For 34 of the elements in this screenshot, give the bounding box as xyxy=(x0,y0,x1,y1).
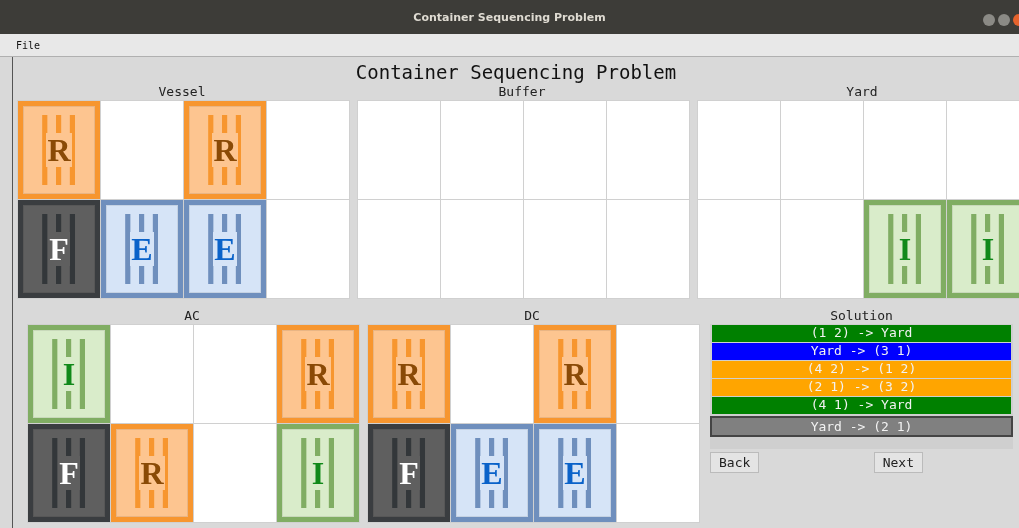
container-label: R xyxy=(212,133,238,167)
area-label: Buffer xyxy=(497,84,547,100)
container-label: R xyxy=(396,357,422,391)
solution-step[interactable]: Yard -> (2 1) xyxy=(710,416,1013,437)
solution-step[interactable]: (1 2) -> Yard xyxy=(712,325,1011,342)
container-label: E xyxy=(480,456,504,490)
page-heading: Container Sequencing Problem xyxy=(354,61,678,83)
back-button[interactable]: Back xyxy=(710,452,760,473)
container-label: I xyxy=(980,232,996,266)
container-label: R xyxy=(305,357,331,391)
solution-step[interactable]: Yard -> (3 1) xyxy=(712,343,1011,360)
next-button[interactable]: Next xyxy=(873,452,923,473)
area-label: Yard xyxy=(845,84,879,100)
container-label: R xyxy=(46,133,72,167)
window-title: Container Sequencing Problem xyxy=(413,10,606,24)
container-label: F xyxy=(398,456,420,490)
minimize-button[interactable] xyxy=(983,14,995,26)
menu-item[interactable]: File xyxy=(16,39,41,51)
container-label: F xyxy=(58,456,80,490)
maximize-button[interactable] xyxy=(998,14,1010,26)
container-label: E xyxy=(213,232,237,266)
solution-label: Solution xyxy=(829,308,894,324)
container-label: E xyxy=(563,456,587,490)
container-label: I xyxy=(310,456,326,490)
container-label: R xyxy=(562,357,588,391)
container-label: R xyxy=(139,456,165,490)
container-label: E xyxy=(130,232,154,266)
solution-step[interactable]: (4 1) -> Yard xyxy=(712,397,1011,414)
area-label: AC xyxy=(183,308,201,324)
container-label: I xyxy=(897,232,913,266)
area-label: DC xyxy=(523,308,541,324)
container-label: F xyxy=(48,232,70,266)
container-label: I xyxy=(61,357,77,391)
area-label: Vessel xyxy=(157,84,207,100)
